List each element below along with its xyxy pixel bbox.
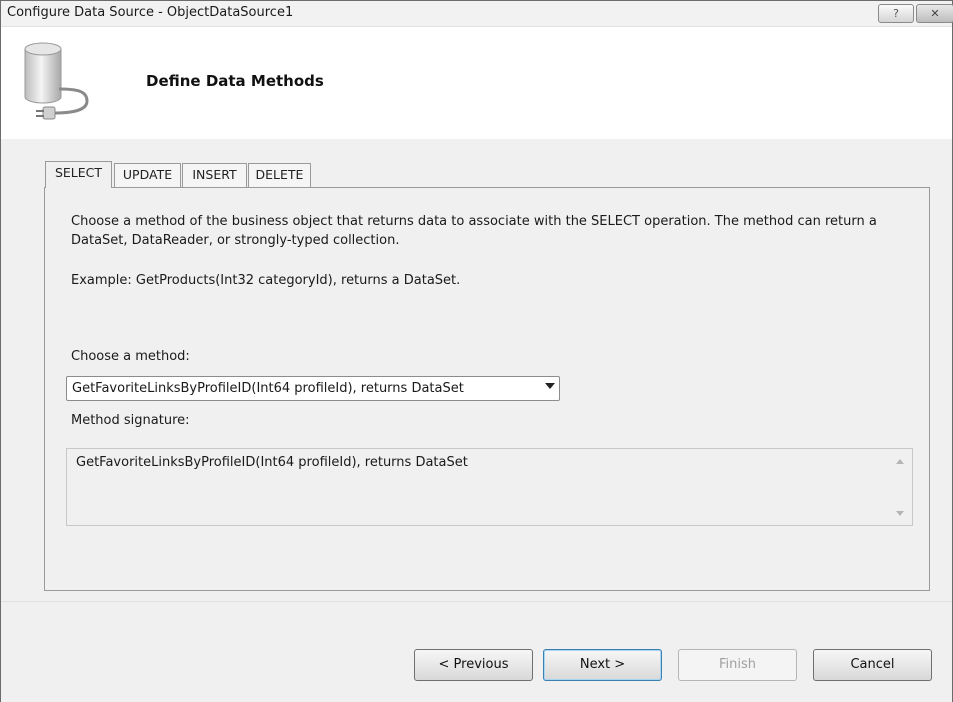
finish-button[interactable]: Finish (678, 649, 797, 681)
scroll-down-arrow-icon[interactable] (896, 511, 904, 516)
method-dropdown[interactable]: GetFavoriteLinksByProfileID(Int64 profil… (66, 376, 560, 401)
wizard-header: Define Data Methods (1, 27, 952, 139)
database-connector-icon (24, 42, 89, 120)
select-tab-panel: Choose a method of the business object t… (44, 187, 930, 591)
previous-button[interactable]: < Previous (414, 649, 533, 681)
wizard-content: SELECT UPDATE INSERT DELETE Choose a met… (1, 139, 952, 600)
configure-data-source-dialog: Configure Data Source - ObjectDataSource… (0, 0, 953, 702)
select-example: Example: GetProducts(Int32 categoryId), … (71, 273, 461, 288)
method-signature-value: GetFavoriteLinksByProfileID(Int64 profil… (76, 455, 468, 470)
page-title: Define Data Methods (146, 72, 324, 90)
next-button[interactable]: Next > (543, 649, 662, 681)
help-button[interactable]: ? (878, 4, 914, 23)
chevron-down-icon (545, 383, 555, 389)
method-dropdown-value: GetFavoriteLinksByProfileID(Int64 profil… (72, 381, 464, 396)
tab-delete[interactable]: DELETE (248, 163, 311, 187)
method-signature-box[interactable]: GetFavoriteLinksByProfileID(Int64 profil… (66, 448, 913, 526)
select-description: Choose a method of the business object t… (71, 214, 877, 248)
choose-method-label: Choose a method: (71, 349, 190, 364)
close-button[interactable]: ✕ (916, 4, 953, 23)
method-signature-label: Method signature: (71, 413, 190, 428)
title-bar: Configure Data Source - ObjectDataSource… (1, 1, 953, 27)
scroll-up-arrow-icon[interactable] (896, 459, 904, 464)
tab-select[interactable]: SELECT (45, 161, 112, 188)
cancel-button[interactable]: Cancel (813, 649, 932, 681)
wizard-footer: < Previous Next > Finish Cancel (1, 601, 952, 702)
tab-insert[interactable]: INSERT (182, 163, 247, 187)
tab-update[interactable]: UPDATE (114, 163, 181, 187)
window-title: Configure Data Source - ObjectDataSource… (7, 5, 294, 20)
